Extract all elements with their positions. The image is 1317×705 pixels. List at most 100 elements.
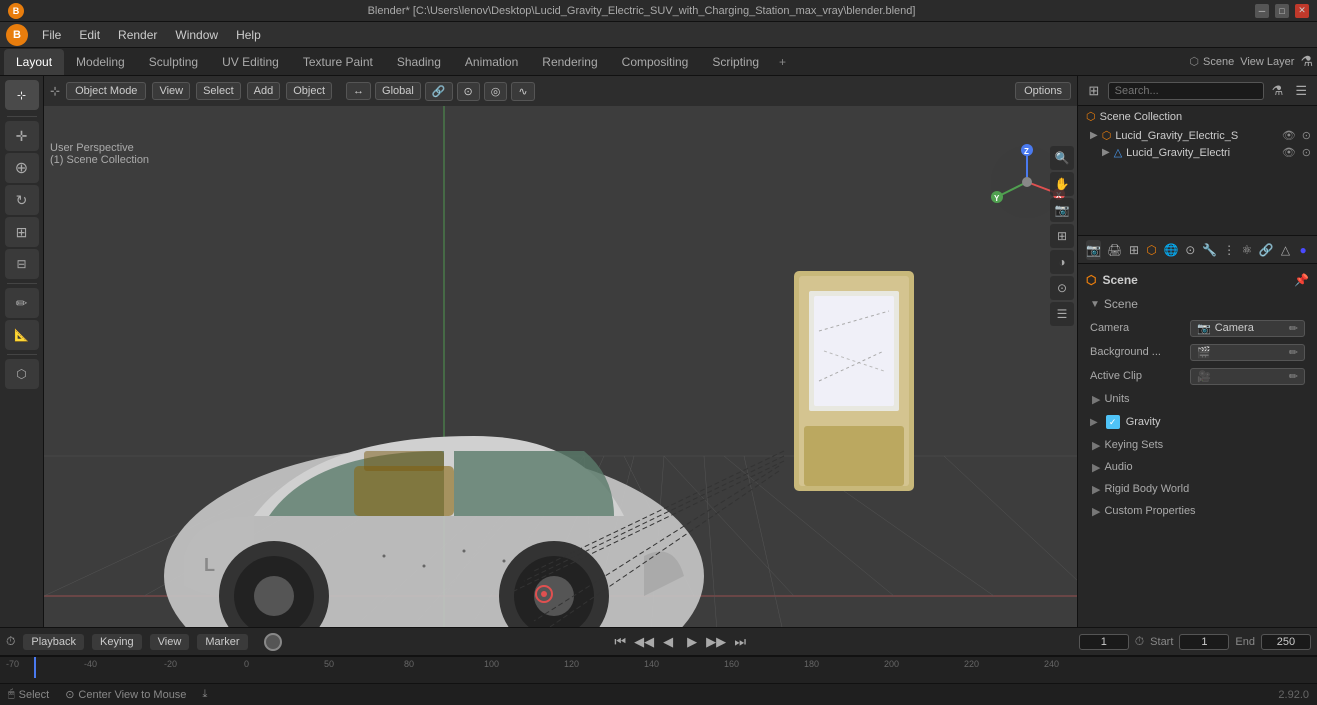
end-frame-input[interactable]: 250 [1261, 634, 1311, 650]
visibility-icon-2[interactable]: 👁 [1282, 146, 1296, 159]
view-menu-tl[interactable]: View [150, 634, 190, 650]
object-props-tab[interactable]: ⊙ [1184, 240, 1196, 260]
gravity-row[interactable]: ▶ ✓ Gravity [1078, 410, 1317, 434]
constraints-tab[interactable]: 🔗 [1259, 240, 1274, 260]
viewport-mode-icon[interactable]: ⊹ [50, 84, 60, 98]
start-frame-input[interactable]: 1 [1179, 634, 1229, 650]
menu-help[interactable]: Help [228, 26, 269, 44]
modifier-props-tab[interactable]: 🔧 [1202, 240, 1217, 260]
annotate-tool-button[interactable]: ✏ [5, 288, 39, 318]
keying-menu[interactable]: Keying [92, 634, 142, 650]
gravity-checkbox[interactable]: ✓ [1106, 415, 1120, 429]
menu-file[interactable]: File [34, 26, 69, 44]
current-frame-input[interactable]: 1 [1079, 634, 1129, 650]
pan-button[interactable]: ✋ [1050, 172, 1074, 196]
menu-render[interactable]: Render [110, 26, 165, 44]
restrict-icon-1[interactable]: ⊙ [1302, 129, 1311, 142]
options-button[interactable]: Options [1015, 82, 1071, 100]
tab-rendering[interactable]: Rendering [530, 49, 609, 75]
record-button[interactable] [264, 633, 282, 651]
filter-icon[interactable]: ⚗ [1300, 53, 1313, 70]
proportional-edit[interactable]: ⊙ [457, 82, 480, 101]
move-tool-button[interactable]: ⊕ [5, 153, 39, 183]
minimize-button[interactable]: ─ [1255, 4, 1269, 18]
data-tab[interactable]: △ [1280, 240, 1292, 260]
background-edit-icon[interactable]: ✏ [1289, 346, 1298, 359]
shading-button[interactable]: ◑ [1050, 250, 1074, 274]
outliner-icon[interactable]: ⊞ [1084, 80, 1104, 102]
xray-button[interactable]: ☰ [1050, 302, 1074, 326]
outliner-item-1[interactable]: ▶ ⬡ Lucid_Gravity_Electric_S 👁 ⊙ [1078, 127, 1317, 144]
physics-tab[interactable]: ⚛ [1241, 240, 1253, 260]
zoom-in-button[interactable]: 🔍 [1050, 146, 1074, 170]
menu-edit[interactable]: Edit [71, 26, 108, 44]
playhead[interactable] [34, 657, 36, 679]
tab-texture-paint[interactable]: Texture Paint [291, 49, 385, 75]
outliner-options[interactable]: ☰ [1291, 80, 1311, 102]
tab-compositing[interactable]: Compositing [610, 49, 701, 75]
select-menu[interactable]: Select [196, 82, 241, 100]
next-frame-button[interactable]: ▶▶ [706, 632, 726, 652]
audio-subsection[interactable]: ▶ Audio [1078, 456, 1317, 478]
tab-shading[interactable]: Shading [385, 49, 453, 75]
add-workspace-button[interactable]: + [771, 51, 794, 73]
app-logo[interactable]: B [6, 24, 28, 46]
gravity-arrow[interactable]: ▶ [1090, 417, 1098, 428]
scene-section-header[interactable]: ⬡ Scene 📌 [1078, 268, 1317, 292]
play-button[interactable]: ▶ [682, 632, 702, 652]
timeline-ruler[interactable]: -70 -40 -20 0 50 80 100 120 140 160 180 … [0, 656, 1317, 678]
particles-tab[interactable]: ⋮ [1223, 240, 1235, 260]
rotate-tool-button[interactable]: ↻ [5, 185, 39, 215]
rigid-body-subsection[interactable]: ▶ Rigid Body World [1078, 478, 1317, 500]
outliner-item-2[interactable]: ▶ △ Lucid_Gravity_Electri 👁 ⊙ [1078, 144, 1317, 161]
outliner-filter[interactable]: ⚗ [1268, 80, 1288, 102]
view-menu[interactable]: View [152, 82, 190, 100]
tab-animation[interactable]: Animation [453, 49, 530, 75]
playback-menu[interactable]: Playback [23, 634, 84, 650]
world-props-tab[interactable]: 🌐 [1164, 240, 1179, 260]
scene-props-tab[interactable]: ⬡ [1146, 240, 1158, 260]
visibility-icon-1[interactable]: 👁 [1282, 129, 1296, 142]
tab-layout[interactable]: Layout [4, 49, 64, 75]
scene-label[interactable]: Scene [1203, 56, 1234, 68]
keying-sets-subsection[interactable]: ▶ Keying Sets [1078, 434, 1317, 456]
marker-menu[interactable]: Marker [197, 634, 247, 650]
view-layer-label[interactable]: View Layer [1240, 56, 1294, 68]
measure-tool-button[interactable]: 📐 [5, 320, 39, 350]
maximize-button[interactable]: □ [1275, 4, 1289, 18]
add-menu[interactable]: Add [247, 82, 281, 100]
jump-start-button[interactable]: ⏮ [610, 632, 630, 652]
play-reverse-button[interactable]: ◀ [658, 632, 678, 652]
camera-edit-icon[interactable]: ✏ [1289, 322, 1298, 335]
timeline-icon[interactable]: ⏱ [6, 634, 15, 649]
close-button[interactable]: ✕ [1295, 4, 1309, 18]
transform-pivot[interactable]: ◎ [484, 82, 508, 101]
add-cube-button[interactable]: ⬡ [5, 359, 39, 389]
cursor-tool-button[interactable]: ✛ [5, 121, 39, 151]
units-subsection[interactable]: ▶ Units [1078, 388, 1317, 410]
custom-props-subsection[interactable]: ▶ Custom Properties [1078, 500, 1317, 522]
tab-scripting[interactable]: Scripting [700, 49, 771, 75]
view-layer-props-tab[interactable]: ⊞ [1128, 240, 1140, 260]
prev-frame-button[interactable]: ◀◀ [634, 632, 654, 652]
object-mode-select[interactable]: Object Mode [66, 82, 146, 100]
viewport[interactable]: ⊹ Object Mode View Select Add Object ↔ G… [44, 76, 1077, 627]
output-props-tab[interactable]: 🖨 [1107, 240, 1122, 260]
background-value[interactable]: 🎬 ✏ [1190, 344, 1305, 361]
render-props-tab[interactable]: 📷 [1086, 240, 1101, 260]
scale-tool-button[interactable]: ⊞ [5, 217, 39, 247]
transform-select[interactable]: ↔ [346, 82, 371, 100]
tab-sculpting[interactable]: Sculpting [137, 49, 210, 75]
active-clip-value[interactable]: 🎥 ✏ [1190, 368, 1305, 385]
global-transform[interactable]: Global [375, 82, 421, 100]
view-type-button[interactable]: ⊞ [1050, 224, 1074, 248]
outliner-search[interactable] [1108, 82, 1264, 100]
scene-sub-header[interactable]: ▼ Scene [1078, 292, 1317, 316]
tab-modeling[interactable]: Modeling [64, 49, 137, 75]
blender-logo[interactable]: B [8, 3, 24, 19]
material-tab[interactable]: ● [1297, 240, 1309, 260]
overlay-button[interactable]: ⊙ [1050, 276, 1074, 300]
jump-end-button[interactable]: ⏭ [730, 632, 750, 652]
transform-orient[interactable]: ∿ [511, 82, 534, 101]
restrict-icon-2[interactable]: ⊙ [1302, 146, 1311, 159]
